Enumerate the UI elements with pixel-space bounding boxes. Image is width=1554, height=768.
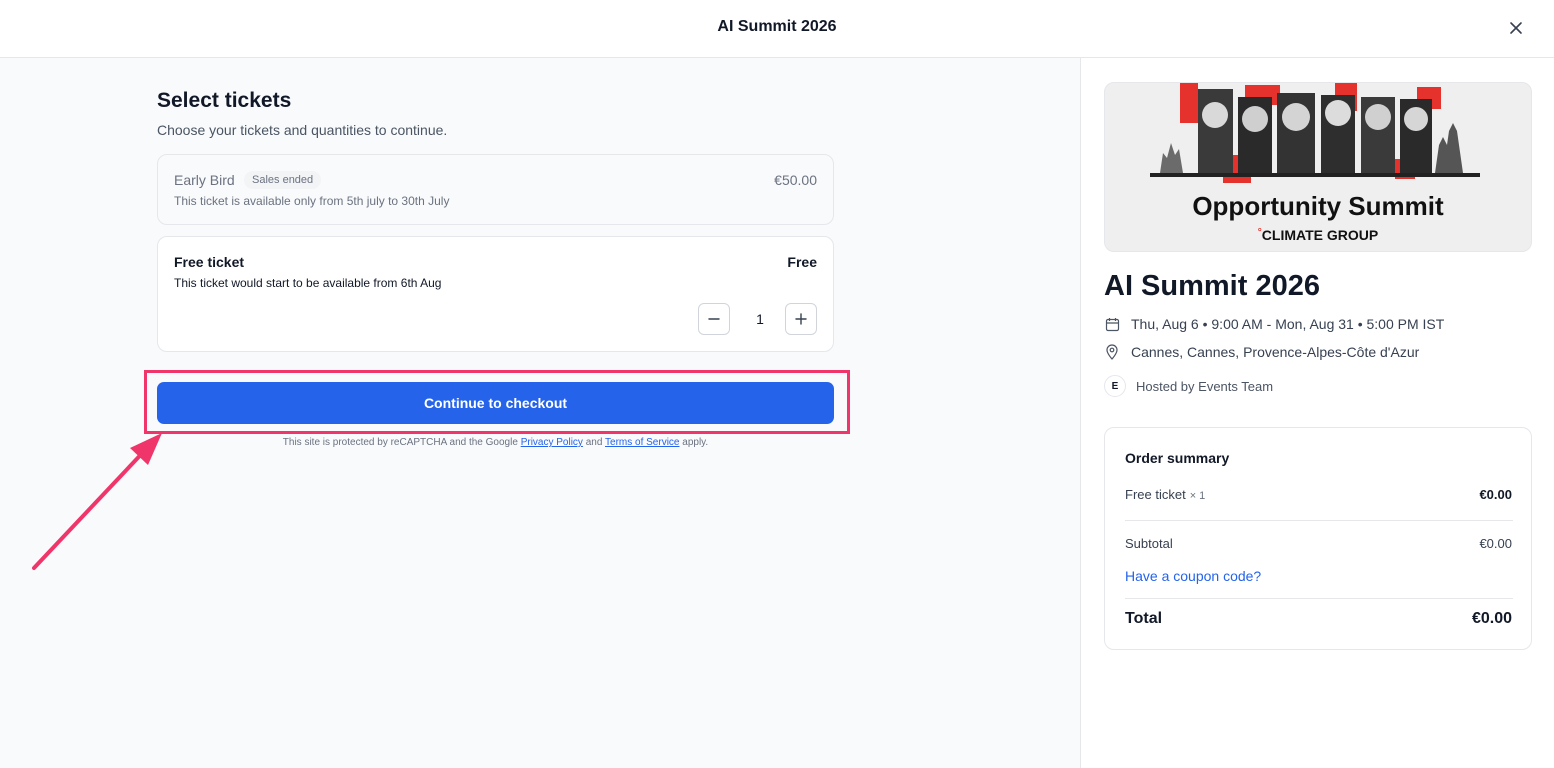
privacy-policy-link[interactable]: Privacy Policy — [521, 437, 583, 448]
decrease-quantity-button[interactable] — [698, 303, 730, 335]
line-item-quantity: × 1 — [1189, 490, 1206, 502]
ticket-card-free: Free ticket This ticket would start to b… — [157, 236, 834, 352]
total-label: Total — [1125, 610, 1163, 627]
order-summary-card: Order summary Free ticket × 1 €0.00 Subto… — [1104, 427, 1532, 650]
sales-ended-badge: Sales ended — [244, 171, 322, 189]
close-button[interactable] — [1504, 16, 1528, 40]
event-location-row: Cannes, Cannes, Provence-Alpes-Côte d'Az… — [1104, 344, 1419, 360]
ticket-price: Free — [787, 254, 817, 270]
location-pin-icon — [1104, 344, 1120, 360]
top-bar: AI Summit 2026 — [0, 0, 1554, 58]
banner-subtitle: °CLIMATE GROUP — [1105, 227, 1531, 243]
legal-and: and — [585, 437, 603, 448]
summary-divider — [1125, 520, 1513, 521]
line-item-name: Free ticket — [1125, 487, 1186, 502]
banner-title: Opportunity Summit — [1192, 191, 1444, 221]
terms-of-service-link[interactable]: Terms of Service — [605, 437, 679, 448]
event-host: Hosted by Events Team — [1136, 378, 1274, 394]
page-title: AI Summit 2026 — [717, 18, 837, 35]
line-item-amount: €0.00 — [1479, 487, 1512, 502]
continue-to-checkout-button[interactable]: Continue to checkout — [157, 382, 834, 424]
event-location: Cannes, Cannes, Provence-Alpes-Côte d'Az… — [1131, 344, 1420, 360]
legal-prefix: This site is protected by reCAPTCHA and … — [282, 437, 518, 448]
calendar-icon — [1104, 316, 1120, 332]
ticket-price: €50.00 — [774, 172, 817, 188]
speakers-collage-image — [1150, 83, 1480, 183]
host-avatar: E — [1104, 375, 1126, 397]
recaptcha-notice: This site is protected by reCAPTCHA and … — [157, 437, 834, 448]
select-tickets-heading: Select tickets — [157, 89, 292, 112]
event-banner: Opportunity Summit °CLIMATE GROUP — [1104, 82, 1532, 252]
ticket-name: Free ticket — [174, 254, 245, 270]
banner-sub-text: CLIMATE GROUP — [1261, 227, 1379, 243]
event-date-row: Thu, Aug 6 • 9:00 AM - Mon, Aug 31 • 5:0… — [1104, 316, 1444, 332]
ticket-description: This ticket would start to be available … — [174, 276, 442, 290]
quantity-value: 1 — [756, 311, 764, 327]
ticket-name: Early Bird — [174, 172, 235, 188]
ticket-description: This ticket is available only from 5th j… — [174, 194, 450, 208]
summary-divider — [1125, 598, 1513, 599]
event-title: AI Summit 2026 — [1104, 270, 1320, 302]
order-line-item: Free ticket × 1 — [1125, 487, 1205, 502]
ticket-card-early-bird: Early Bird Sales ended This ticket is av… — [157, 154, 834, 225]
coupon-code-link[interactable]: Have a coupon code? — [1125, 568, 1261, 584]
order-summary-title: Order summary — [1125, 450, 1230, 466]
close-icon — [1510, 22, 1522, 34]
event-host-row: E Hosted by Events Team — [1104, 375, 1273, 397]
subtotal-value: €0.00 — [1479, 536, 1512, 551]
increase-quantity-button[interactable] — [785, 303, 817, 335]
event-date: Thu, Aug 6 • 9:00 AM - Mon, Aug 31 • 5:0… — [1131, 316, 1445, 332]
total-value: €0.00 — [1471, 610, 1512, 627]
subtotal-label: Subtotal — [1125, 536, 1173, 551]
plus-icon — [795, 313, 807, 325]
select-tickets-subheading: Choose your tickets and quantities to co… — [157, 122, 448, 138]
legal-suffix: apply. — [682, 437, 709, 448]
minus-icon — [708, 318, 720, 320]
